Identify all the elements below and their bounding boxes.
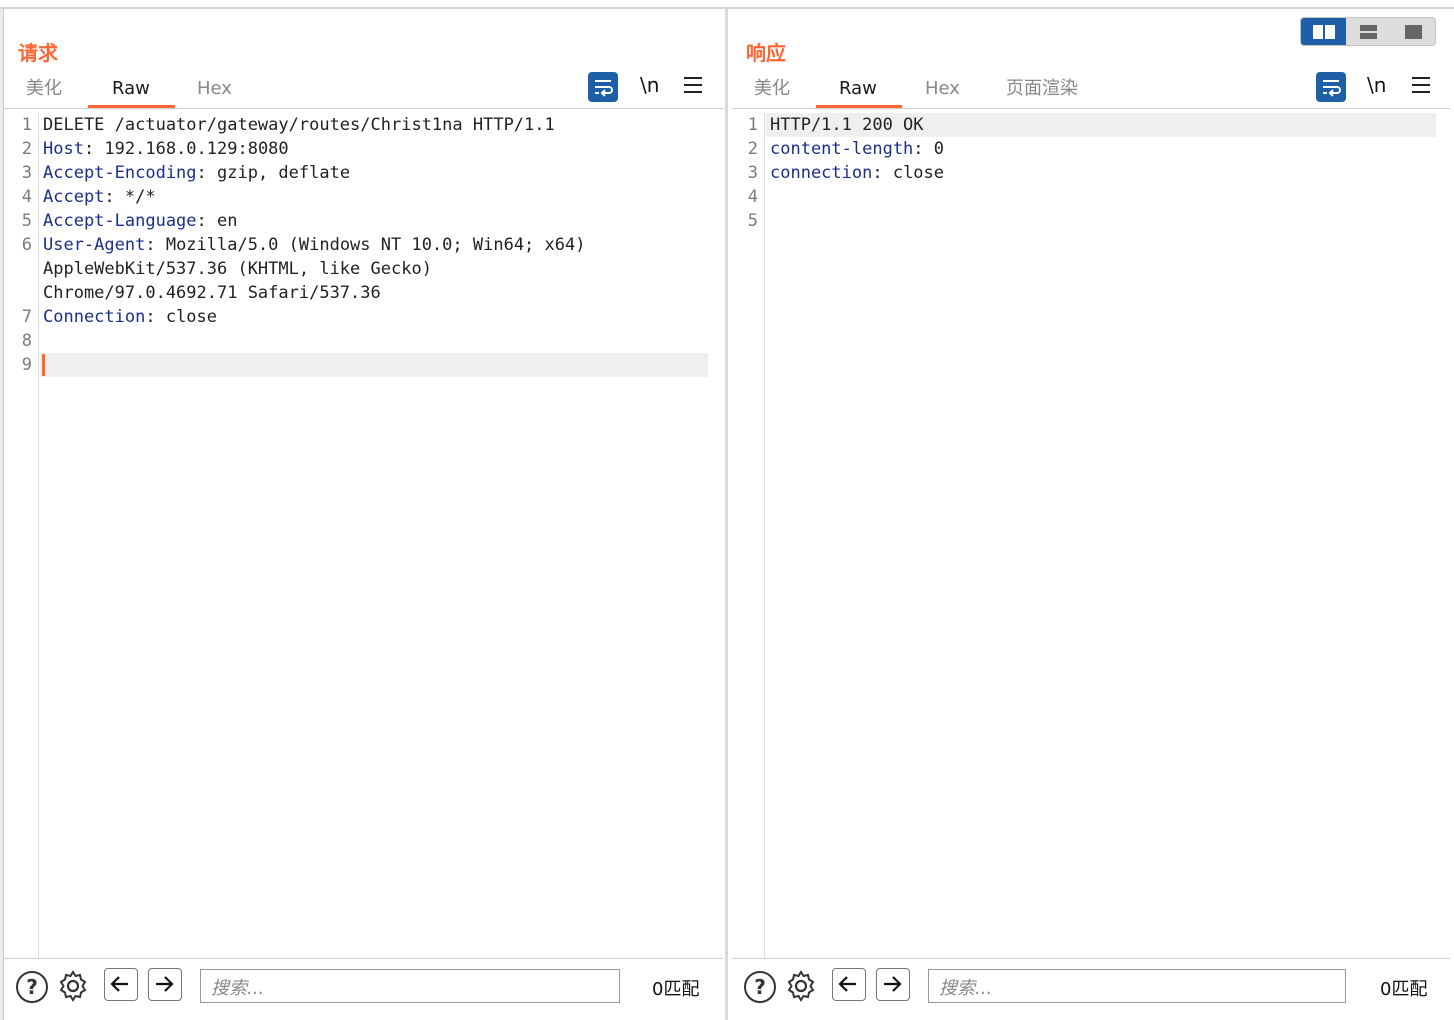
line-number: 5 [21,211,32,231]
menu-icon[interactable] [1412,77,1430,93]
line-number: 4 [21,187,32,207]
code-line: Accept-Language: en [43,209,237,233]
footer-divider [4,958,723,959]
line-number: 6 [21,235,32,255]
code-line: DELETE /actuator/gateway/routes/Christ1n… [43,113,555,137]
gear-icon[interactable] [56,969,90,1003]
arrow-left-icon [110,976,128,992]
header-value: AppleWebKit/537.36 (KHTML, like Gecko) [43,259,432,279]
header-value: Chrome/97.0.4692.71 Safari/537.36 [43,283,381,303]
search-input[interactable]: 搜索... [200,969,620,1003]
header-name: Connection [43,307,146,327]
request-title: 请求 [18,41,58,65]
tab-pretty[interactable]: 美化 [26,77,62,109]
line-number: 1 [21,115,32,135]
code-line: AppleWebKit/537.36 (KHTML, like Gecko) [43,257,432,281]
tab-render[interactable]: 页面渲染 [1006,77,1078,109]
request-pane: 请求 美化 Raw Hex \n 1 DELETE /actuator/gatew… [4,9,725,1020]
code-line: Chrome/97.0.4692.71 Safari/537.36 [43,281,381,305]
header-name: content-length [770,139,914,159]
line-number: 2 [747,139,758,159]
header-value: : 192.168.0.129:8080 [83,139,289,159]
match-count: 0匹配 [652,979,700,1000]
header-name: Accept-Encoding [43,163,197,183]
code-line: Host: 192.168.0.129:8080 [43,137,289,161]
previous-button[interactable] [832,968,866,1001]
text-caret [42,354,45,376]
header-value: DELETE /actuator/gateway/routes/Christ1n… [43,115,555,135]
previous-button[interactable] [104,968,138,1001]
tab-hex[interactable]: Hex [197,77,232,109]
arrow-right-icon [156,976,174,992]
wrap-icon [595,80,613,97]
code-line: Accept-Encoding: gzip, deflate [43,161,350,185]
response-title: 响应 [746,41,786,65]
header-name: Accept-Language [43,211,197,231]
gutter-divider [38,113,39,959]
code-line: Accept: */* [43,185,156,209]
header-value: : */* [104,187,156,207]
code-line: Connection: close [43,305,217,329]
wrap-icon [1323,80,1341,97]
header-name: Accept [43,187,105,207]
line-number: 3 [21,163,32,183]
header-value: : gzip, deflate [196,163,351,183]
header-name: Host [43,139,84,159]
line-number: 7 [21,307,32,327]
line-number: 9 [21,355,32,375]
show-newlines-button[interactable]: \n [640,73,659,97]
gutter-divider [764,113,765,959]
header-value: : 0 [913,139,945,159]
tab-hex[interactable]: Hex [925,77,960,109]
header-name: User-Agent [43,235,146,255]
arrow-right-icon [884,976,902,992]
line-number: 3 [747,163,758,183]
next-button[interactable] [876,968,910,1001]
code-line: content-length: 0 [770,137,944,161]
line-number: 1 [747,115,758,135]
line-number: 2 [21,139,32,159]
tabbar-divider [4,108,723,109]
response-pane: 响应 美化 Raw Hex 页面渲染 \n 1 HTTP/1.1 200 OK 2 c… [728,9,1454,1020]
code-line: connection: close [770,161,944,185]
next-button[interactable] [148,968,182,1001]
current-line-highlight [40,353,708,377]
header-value: : en [196,211,238,231]
wrap-lines-button[interactable] [1316,72,1346,102]
line-number: 4 [747,187,758,207]
tabbar-divider [732,108,1450,109]
code-line: HTTP/1.1 200 OK [770,113,924,137]
tab-pretty[interactable]: 美化 [754,77,790,109]
wrap-lines-button[interactable] [588,72,618,102]
header-name: connection [770,163,873,183]
header-value: : close [872,163,945,183]
code-line: User-Agent: Mozilla/5.0 (Windows NT 10.0… [43,233,585,257]
help-icon[interactable]: ? [16,971,48,1003]
help-icon[interactable]: ? [744,971,776,1003]
menu-icon[interactable] [684,77,702,93]
line-number: 8 [21,331,32,351]
footer-divider [732,958,1450,959]
gear-icon[interactable] [784,969,818,1003]
arrow-left-icon [838,976,856,992]
match-count: 0匹配 [1380,979,1428,1000]
header-value: : close [145,307,218,327]
line-number: 5 [747,211,758,231]
search-input[interactable]: 搜索... [928,969,1346,1003]
show-newlines-button[interactable]: \n [1367,73,1386,97]
header-value: HTTP/1.1 200 OK [770,115,924,135]
header-value: : Mozilla/5.0 (Windows NT 10.0; Win64; x… [145,235,586,255]
